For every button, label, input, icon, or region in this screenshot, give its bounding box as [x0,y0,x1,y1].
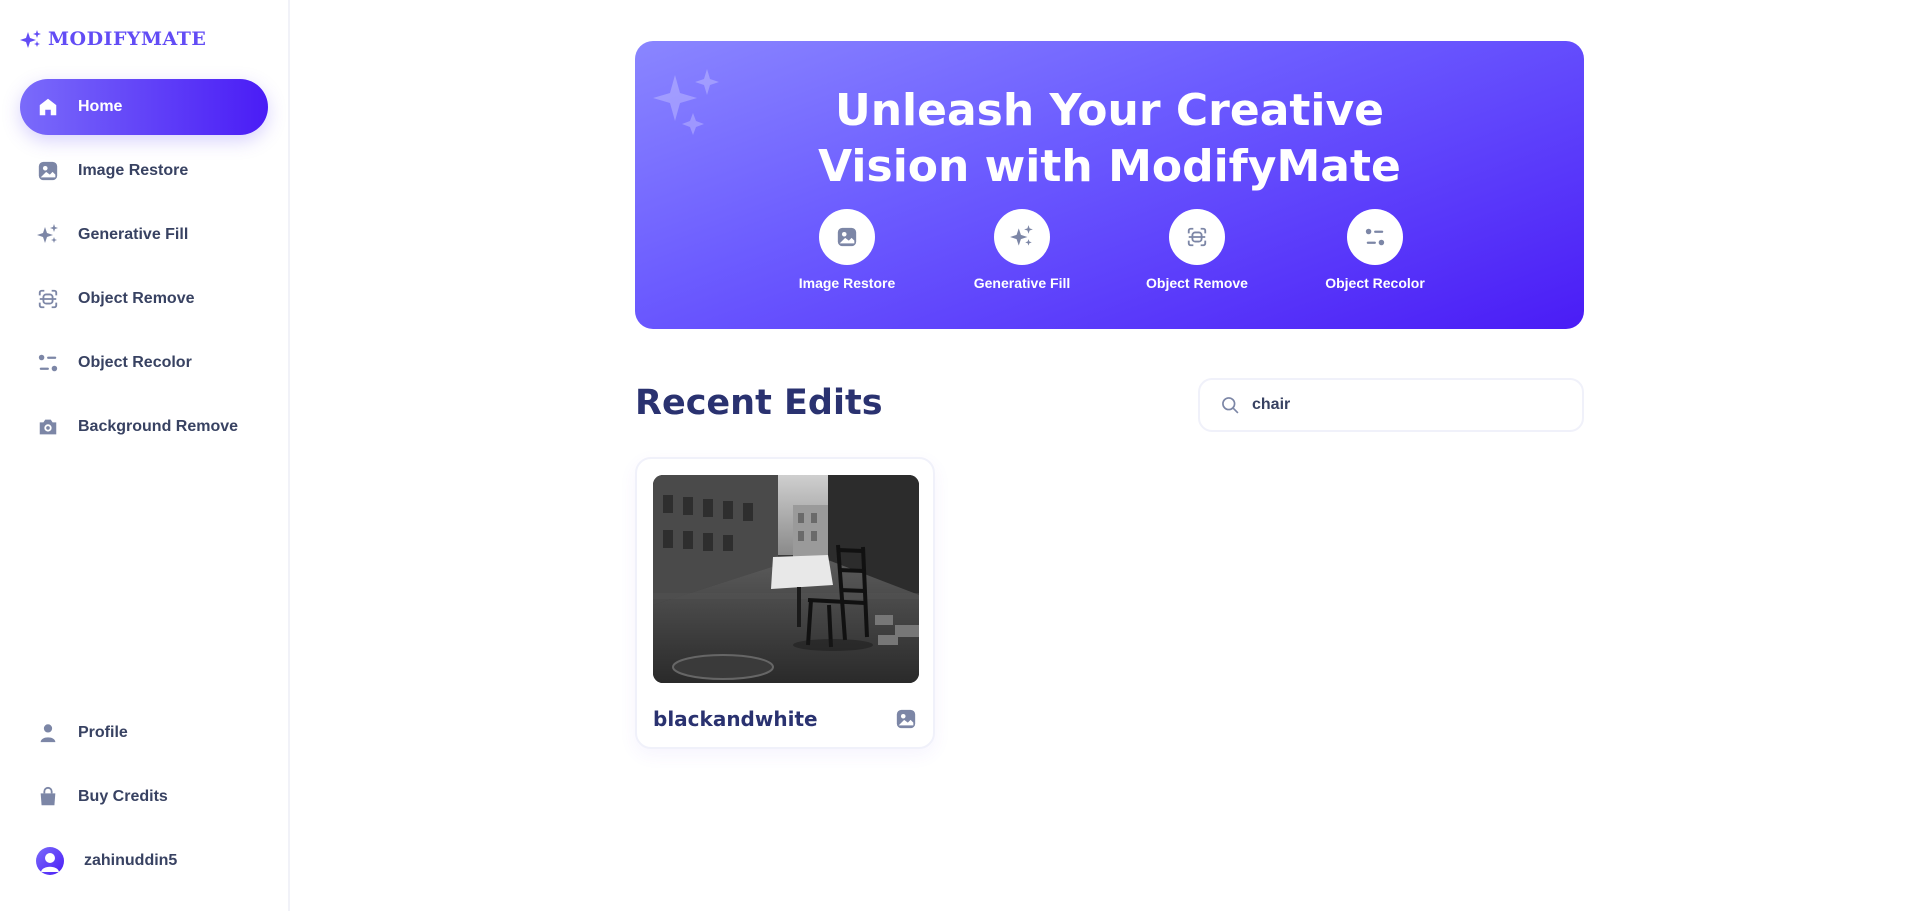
recent-edits-title: Recent Edits [635,383,883,423]
filter-icon [1365,228,1385,246]
street-chair-photo [653,475,919,683]
hero-title: Unleash Your Creative Vision with Modify… [635,83,1584,195]
sidebar-item-label: Image Restore [78,162,189,179]
sparkles-icon [36,223,60,247]
sidebar-item-label: Buy Credits [78,788,168,805]
username: zahinuddin5 [84,852,178,869]
feature-circle [994,209,1050,265]
sparkles-logo-icon [20,30,41,48]
image-icon [36,159,60,183]
scan-icon [36,287,60,311]
sidebar-item-label: Background Remove [78,418,239,435]
feature-label: Image Restore [798,275,896,291]
feature-object-recolor[interactable]: Object Recolor [1305,209,1445,291]
filter-icon [36,351,60,375]
sidebar-item-buy-credits[interactable]: Buy Credits [20,769,268,825]
recent-edit-card[interactable]: blackandwhite [635,457,935,749]
sidebar-item-profile[interactable]: Profile [20,705,268,761]
user-profile-row[interactable]: zahinuddin5 [20,833,268,889]
search-box[interactable] [1198,378,1584,432]
sparkles-icon [1010,225,1033,246]
user-icon [36,721,60,745]
feature-generative-fill[interactable]: Generative Fill [952,209,1092,291]
hero-banner: Unleash Your Creative Vision with Modify… [635,41,1584,329]
sidebar-item-label: Generative Fill [78,226,189,243]
feature-object-remove[interactable]: Object Remove [1127,209,1267,291]
bag-icon [36,785,60,809]
hero-title-line-2: Vision with ModifyMate [818,141,1401,192]
feature-label: Generative Fill [973,275,1071,291]
logo[interactable]: MODIFYMATE [20,28,206,50]
feature-circle [1347,209,1403,265]
sidebar-bottom: Profile Buy Credits zahinuddin5 [20,705,268,889]
card-thumbnail[interactable] [653,475,919,683]
sidebar-item-object-recolor[interactable]: Object Recolor [20,335,268,391]
sidebar-item-image-restore[interactable]: Image Restore [20,143,268,199]
scan-icon [1187,227,1207,247]
sidebar-item-home[interactable]: Home [20,79,268,135]
sidebar: MODIFYMATE Home Image Restore Generative… [0,0,290,911]
sidebar-item-label: Profile [78,724,128,741]
hero-title-line-1: Unleash Your Creative [834,85,1385,136]
image-icon [896,709,916,729]
feature-label: Object Remove [1146,275,1248,291]
feature-shortcuts: Image Restore Generative Fill Object Rem… [635,209,1584,309]
sidebar-item-label: Object Remove [78,290,195,307]
sidebar-item-label: Home [78,98,123,115]
image-icon [837,227,857,247]
sidebar-item-object-remove[interactable]: Object Remove [20,271,268,327]
card-title: blackandwhite [653,707,818,731]
feature-circle [819,209,875,265]
search-input[interactable] [1252,396,1572,414]
feature-label: Object Recolor [1325,275,1425,291]
sidebar-nav: Home Image Restore Generative Fill Objec… [20,79,268,463]
logo-text: MODIFYMATE [48,28,207,50]
feature-image-restore[interactable]: Image Restore [777,209,917,291]
sidebar-item-background-remove[interactable]: Background Remove [20,399,268,455]
sidebar-item-generative-fill[interactable]: Generative Fill [20,207,268,263]
avatar [36,847,64,875]
sidebar-item-label: Object Recolor [78,354,192,371]
camera-icon [36,415,60,439]
home-icon [36,95,60,119]
search-icon [1222,397,1239,414]
feature-circle [1169,209,1225,265]
